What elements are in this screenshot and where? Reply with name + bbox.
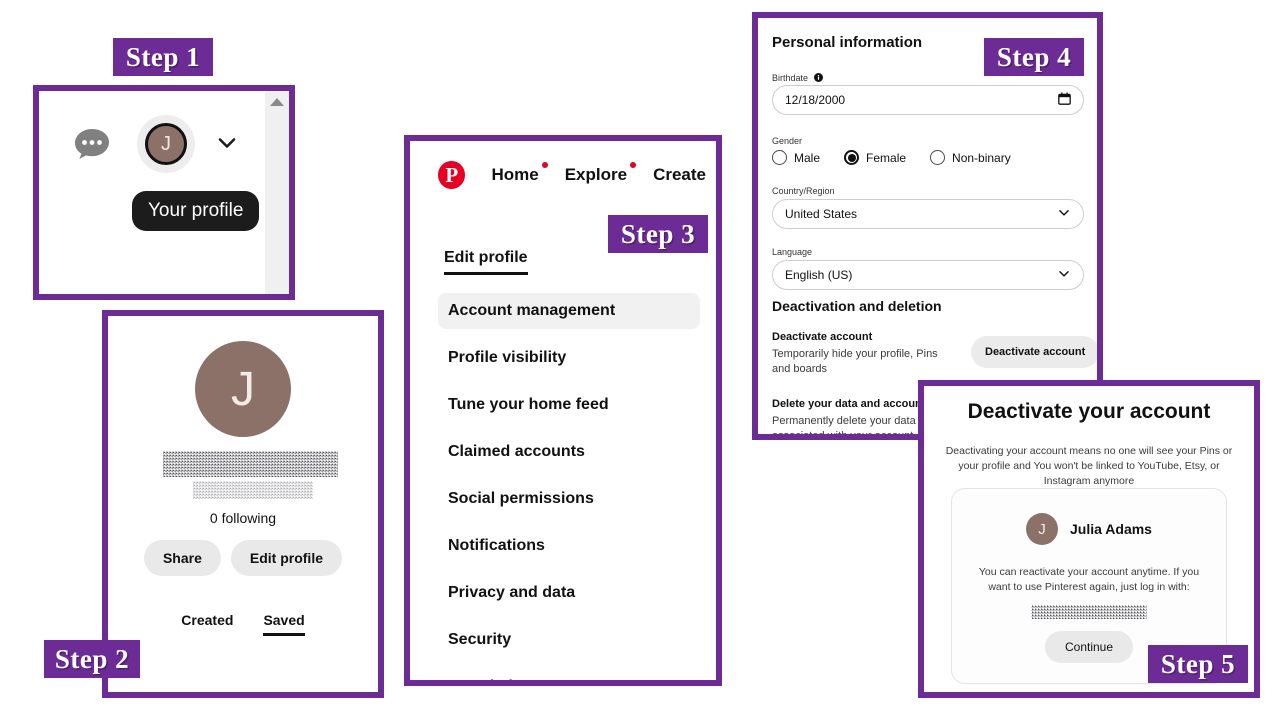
deactivation-heading: Deactivation and deletion [772,298,942,314]
gender-radio-group: Male Female Non-binary [772,150,1011,165]
gender-option-female-label: Female [866,150,907,165]
sidebar-item-branded-content[interactable]: Branded Content [438,669,700,680]
pinterest-logo-icon[interactable]: P [438,161,466,189]
step-4-panel: Personal information Birthdate 12/18/200… [752,12,1103,440]
profile-action-buttons: Share Edit profile [108,540,378,576]
account-identity: J Julia Adams [952,513,1226,545]
step-3-badge: Step 3 [608,215,708,253]
step-2-badge: Step 2 [44,640,140,678]
birthdate-input[interactable]: 12/18/2000 [772,85,1084,115]
deactivate-account-button[interactable]: Deactivate account [971,336,1097,368]
avatar: J [195,341,291,437]
sidebar-item-security[interactable]: Security [438,622,700,658]
scrollbar[interactable] [265,91,289,294]
deactivate-account-subheading: Deactivate account [772,331,873,343]
country-label: Country/Region [772,186,835,196]
settings-section-title[interactable]: Edit profile [444,249,528,275]
chevron-down-icon[interactable] [1057,206,1071,223]
edit-profile-button[interactable]: Edit profile [230,540,343,576]
nav-item-create[interactable]: Create [653,165,706,185]
sidebar-item-tune-your-home-feed[interactable]: Tune your home feed [438,387,700,423]
avatar[interactable]: J [145,123,187,165]
chevron-down-icon[interactable] [215,131,239,155]
nav-item-home-label: Home [491,165,539,184]
country-value: United States [785,207,858,221]
nav-item-explore[interactable]: Explore [564,162,637,185]
reactivate-note: You can reactivate your account anytime.… [978,566,1200,593]
tab-created[interactable]: Created [181,612,233,636]
nav-item-home[interactable]: Home [491,162,548,185]
chat-bubble-icon[interactable] [73,127,111,159]
scroll-up-arrow-icon[interactable] [270,98,284,106]
sidebar-item-privacy-and-data[interactable]: Privacy and data [438,575,700,611]
sidebar-item-notifications[interactable]: Notifications [438,528,700,564]
nav-item-create-label: Create [653,165,706,184]
step-1-panel: J Your profile [33,85,295,300]
language-label: Language [772,247,813,257]
dialog-title: Deactivate your account [967,400,1211,423]
sidebar-item-claimed-accounts[interactable]: Claimed accounts [438,434,700,470]
home-notification-dot [541,162,548,168]
nav-item-explore-label: Explore [564,165,628,184]
step-2-panel: J 0 following Share Edit profile Created… [102,310,384,698]
pinterest-navbar: P Home Explore Create [438,161,706,189]
your-profile-tooltip: Your profile [132,191,260,231]
share-button[interactable]: Share [143,540,221,576]
explore-notification-dot [630,162,637,168]
continue-button[interactable]: Continue [1044,631,1134,663]
profile-tabs: Created Saved [108,612,378,636]
gender-option-male-label: Male [794,150,821,165]
country-select[interactable]: United States [772,199,1084,229]
redacted-email [1031,605,1147,619]
calendar-icon[interactable] [1058,92,1071,108]
info-icon[interactable] [813,73,823,84]
gender-label: Gender [772,136,803,146]
avatar: J [1026,513,1059,545]
sidebar-item-social-permissions[interactable]: Social permissions [438,481,700,517]
page-title: Personal information [772,34,923,51]
step-1-content: J Your profile [39,91,289,294]
step-4-badge: Step 4 [984,38,1084,76]
step-1-badge: Step 1 [113,38,213,76]
sidebar-item-account-management[interactable]: Account management [438,293,700,329]
birthdate-label: Birthdate [772,73,823,84]
redacted-profile-handle [193,481,313,499]
sidebar-item-profile-visibility[interactable]: Profile visibility [438,340,700,376]
gender-option-female[interactable]: Female [844,150,906,165]
radio-female[interactable] [844,150,860,165]
gender-option-non-binary-label: Non-binary [952,150,1011,165]
radio-male[interactable] [772,150,787,165]
settings-menu: Account management Profile visibility Tu… [438,293,700,680]
tab-saved[interactable]: Saved [263,612,305,636]
gender-option-male[interactable]: Male [772,150,820,165]
gender-option-non-binary[interactable]: Non-binary [930,150,1011,165]
dialog-subtitle: Deactivating your account means no one w… [945,445,1233,487]
step-5-badge: Step 5 [1148,645,1248,683]
account-name: Julia Adams [1070,521,1152,537]
deactivate-account-description: Temporarily hide your profile, Pins and … [772,348,938,375]
language-select[interactable]: English (US) [772,260,1084,290]
birthdate-value: 12/18/2000 [785,93,846,107]
radio-non-binary[interactable] [930,150,946,165]
chevron-down-icon[interactable] [1057,267,1071,284]
avatar-highlight-ring[interactable]: J [137,115,195,173]
redacted-profile-name [163,451,338,477]
following-count: 0 following [209,510,277,526]
delete-data-subheading: Delete your data and account [772,398,926,410]
language-value: English (US) [785,268,853,282]
